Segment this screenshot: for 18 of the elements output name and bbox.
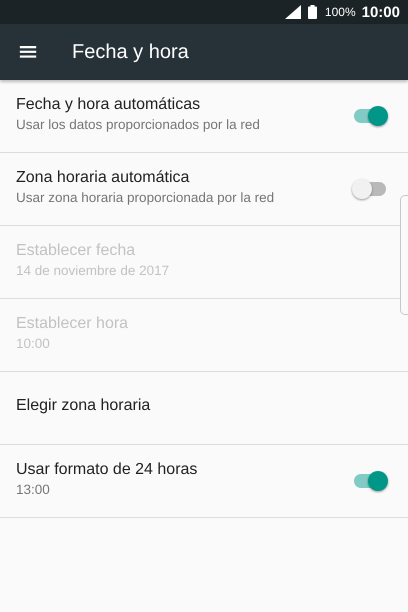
setting-title[interactable]: Elegir zona horaria (16, 397, 392, 415)
menu-button[interactable]: ≡ (16, 39, 40, 65)
setting-title[interactable]: Zona horaria automática (16, 169, 352, 187)
toggle-switch[interactable] (352, 178, 388, 200)
setting-summary: Usar zona horaria proporcionada por la red (16, 190, 276, 205)
setting-summary: 10:00 (16, 336, 51, 351)
toggle-switch[interactable] (352, 105, 388, 127)
battery-percent: 100% (324, 5, 356, 19)
battery-icon (308, 5, 317, 19)
setting-summary: 13:00 (16, 482, 51, 497)
setting-title[interactable]: Usar formato de 24 horas (16, 461, 352, 479)
setting-title[interactable]: Fecha y hora automáticas (16, 96, 352, 114)
status-time: 10:00 (362, 4, 400, 20)
toggle-switch[interactable] (352, 470, 388, 492)
setting-summary: Usar los datos proporcionados por la red (16, 117, 261, 132)
signal-icon (284, 5, 302, 19)
setting-summary: 14 de noviembre de 2017 (16, 263, 170, 278)
screen-title: Fecha y hora (72, 40, 189, 64)
